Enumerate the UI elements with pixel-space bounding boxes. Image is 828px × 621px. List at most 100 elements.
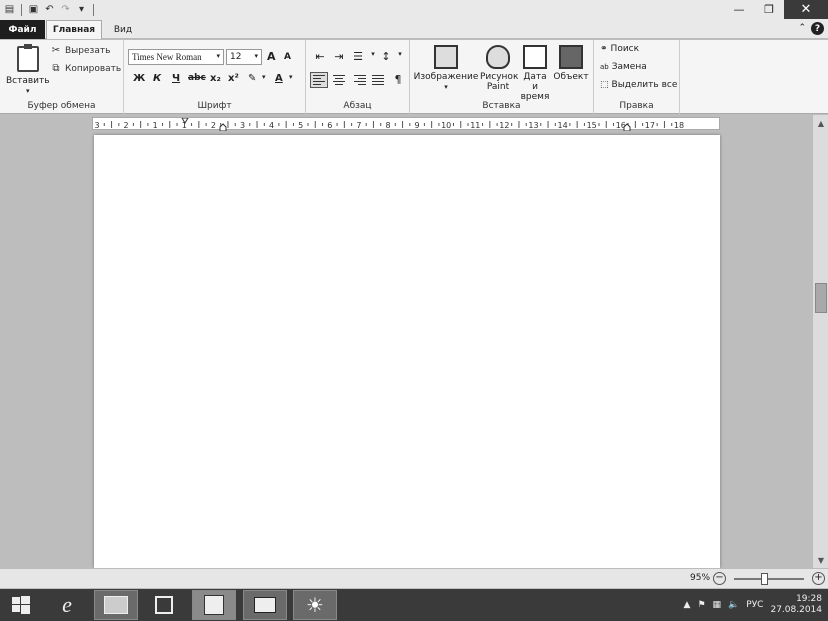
redo-icon[interactable]: ↷ bbox=[59, 3, 72, 16]
window-controls: — ❐ ✕ bbox=[724, 0, 828, 19]
zoom-slider-thumb[interactable] bbox=[761, 573, 768, 585]
chevron-down-icon[interactable]: ▾ bbox=[392, 50, 408, 64]
vertical-scrollbar[interactable]: ▲ ▼ bbox=[812, 115, 828, 568]
font-group-label: Шрифт bbox=[197, 101, 232, 111]
insert-datetime-label: Дата и время bbox=[520, 72, 550, 102]
ruler-tick-label: 11 bbox=[470, 121, 480, 130]
mail-button[interactable] bbox=[243, 590, 287, 620]
paste-label: Вставить bbox=[6, 76, 50, 86]
close-button[interactable]: ✕ bbox=[784, 0, 828, 19]
align-right-button[interactable] bbox=[350, 72, 368, 88]
internet-explorer-button[interactable]: e bbox=[46, 590, 88, 620]
quick-access-toolbar: ▤ ▣ ↶ ↷ ▾ bbox=[0, 0, 96, 19]
font-family-select[interactable]: Times New Roman ▾ bbox=[128, 49, 224, 65]
zoom-out-button[interactable]: − bbox=[713, 572, 726, 585]
customize-icon[interactable]: ▾ bbox=[75, 3, 88, 16]
clock[interactable]: 19:28 27.08.2014 bbox=[770, 594, 822, 616]
zoom-slider[interactable] bbox=[734, 578, 804, 580]
restore-button[interactable]: ❐ bbox=[754, 0, 784, 19]
tab-file[interactable]: Файл bbox=[0, 20, 45, 39]
app-icon[interactable]: ▤ bbox=[3, 3, 16, 16]
ruler-tick-label: 18 bbox=[674, 121, 684, 130]
zoom-level: 95% bbox=[690, 573, 711, 583]
shrink-font-button[interactable]: A bbox=[284, 52, 291, 62]
find-label: Поиск bbox=[610, 44, 640, 54]
replace-button[interactable]: ab Замена bbox=[600, 62, 647, 72]
volume-icon[interactable]: 🔈 bbox=[728, 600, 739, 610]
find-button[interactable]: ⚭ Поиск bbox=[600, 44, 639, 54]
chevron-down-icon[interactable]: ▾ bbox=[289, 73, 293, 81]
image-icon bbox=[434, 45, 458, 69]
document-page[interactable] bbox=[94, 135, 720, 568]
font-group: Times New Roman ▾ 12 ▾ A A Ж К Ч abc x₂ … bbox=[124, 40, 306, 114]
file-explorer-button[interactable] bbox=[94, 590, 138, 620]
ruler-tick-label: 15 bbox=[587, 121, 597, 130]
grow-font-button[interactable]: A bbox=[267, 50, 276, 63]
undo-icon[interactable]: ↶ bbox=[43, 3, 56, 16]
chevron-down-icon[interactable]: ▾ bbox=[262, 73, 266, 81]
insert-object-button[interactable]: Объект bbox=[552, 45, 590, 82]
weather-button[interactable]: ☀ bbox=[293, 590, 337, 620]
italic-button[interactable]: К bbox=[153, 73, 161, 84]
start-button[interactable] bbox=[4, 590, 38, 620]
minimize-button[interactable]: — bbox=[724, 0, 754, 19]
decrease-indent-icon[interactable]: ⇤ bbox=[312, 50, 328, 64]
increase-indent-icon[interactable]: ⇥ bbox=[331, 50, 347, 64]
mail-icon bbox=[254, 597, 276, 613]
network-icon[interactable]: ▦ bbox=[713, 600, 722, 610]
zoom-in-button[interactable]: + bbox=[812, 572, 825, 585]
document-workspace: 3 2 1 1 2 3 4 5 6 7 8 9 10 11 12 13 14 15 16 17 18 bbox=[0, 115, 812, 568]
language-indicator[interactable]: РУС bbox=[746, 600, 763, 610]
highlighter-icon[interactable]: ✎ bbox=[248, 73, 256, 84]
tab-view[interactable]: Вид bbox=[105, 20, 141, 39]
align-left-button[interactable] bbox=[310, 72, 328, 88]
paragraph-group-label: Абзац bbox=[343, 101, 372, 111]
font-size-value: 12 bbox=[230, 52, 242, 62]
paste-button[interactable]: Вставить ▾ bbox=[6, 44, 50, 96]
show-hidden-icons-icon[interactable]: ▲ bbox=[684, 600, 691, 610]
ruler-tick-label: 2 bbox=[211, 121, 216, 130]
store-button[interactable] bbox=[142, 590, 186, 620]
justify-button[interactable] bbox=[370, 72, 388, 88]
underline-button[interactable]: Ч bbox=[172, 73, 180, 84]
subscript-button[interactable]: x₂ bbox=[210, 73, 221, 84]
select-all-button[interactable]: ⬚ Выделить все bbox=[600, 80, 677, 90]
horizontal-ruler[interactable]: 3 2 1 1 2 3 4 5 6 7 8 9 10 11 12 13 14 15 16 17 18 bbox=[92, 117, 720, 132]
clipboard-group: Вставить ▾ ✂ Вырезать ⧉ Копировать Буфер… bbox=[0, 40, 124, 114]
superscript-button[interactable]: x² bbox=[228, 73, 239, 84]
ruler-tick-label: 13 bbox=[528, 121, 538, 130]
ruler-tick-label: 8 bbox=[385, 121, 390, 130]
clipboard-icon bbox=[16, 44, 39, 72]
scroll-down-icon[interactable]: ▼ bbox=[813, 552, 828, 568]
copy-label: Копировать bbox=[65, 63, 122, 74]
chevron-down-icon: ▾ bbox=[26, 87, 30, 95]
insert-paint-button[interactable]: Рисунок Paint bbox=[478, 45, 518, 92]
flag-icon[interactable]: ⚑ bbox=[697, 600, 705, 610]
chevron-down-icon: ▾ bbox=[216, 52, 220, 60]
bullet-list-icon[interactable]: ☰ bbox=[350, 50, 366, 64]
scroll-up-icon[interactable]: ▲ bbox=[813, 115, 828, 131]
tab-home[interactable]: Главная bbox=[46, 20, 102, 39]
copy-button[interactable]: ⧉ Копировать bbox=[50, 63, 121, 74]
save-icon[interactable]: ▣ bbox=[27, 3, 40, 16]
object-icon bbox=[559, 45, 583, 69]
ribbon: Вставить ▾ ✂ Вырезать ⧉ Копировать Буфер… bbox=[0, 40, 828, 114]
select-all-label: Выделить все bbox=[611, 80, 678, 90]
insert-datetime-button[interactable]: Дата и время bbox=[518, 45, 552, 102]
scrollbar-thumb[interactable] bbox=[815, 283, 827, 313]
insert-image-button[interactable]: Изображение ▾ bbox=[414, 45, 478, 92]
paragraph-group: ⇤ ⇥ ☰ ▾ ↕ ▾ ¶ Абзац bbox=[306, 40, 410, 114]
insert-group: Изображение ▾ Рисунок Paint Дата и время… bbox=[410, 40, 594, 114]
internet-explorer-icon: e bbox=[62, 592, 72, 617]
help-icon[interactable]: ? bbox=[811, 22, 824, 35]
align-center-button[interactable] bbox=[330, 72, 348, 88]
font-size-select[interactable]: 12 ▾ bbox=[226, 49, 262, 65]
strikethrough-button[interactable]: abc bbox=[188, 73, 206, 83]
paragraph-settings-icon[interactable]: ¶ bbox=[390, 73, 406, 87]
collapse-ribbon-icon[interactable]: ⌃ bbox=[798, 23, 806, 33]
font-color-button[interactable]: A bbox=[275, 73, 283, 84]
bold-button[interactable]: Ж bbox=[133, 73, 145, 84]
wordpad-button[interactable] bbox=[192, 590, 236, 620]
ruler-tick-label: 2 bbox=[124, 121, 129, 130]
cut-button[interactable]: ✂ Вырезать bbox=[50, 45, 111, 56]
